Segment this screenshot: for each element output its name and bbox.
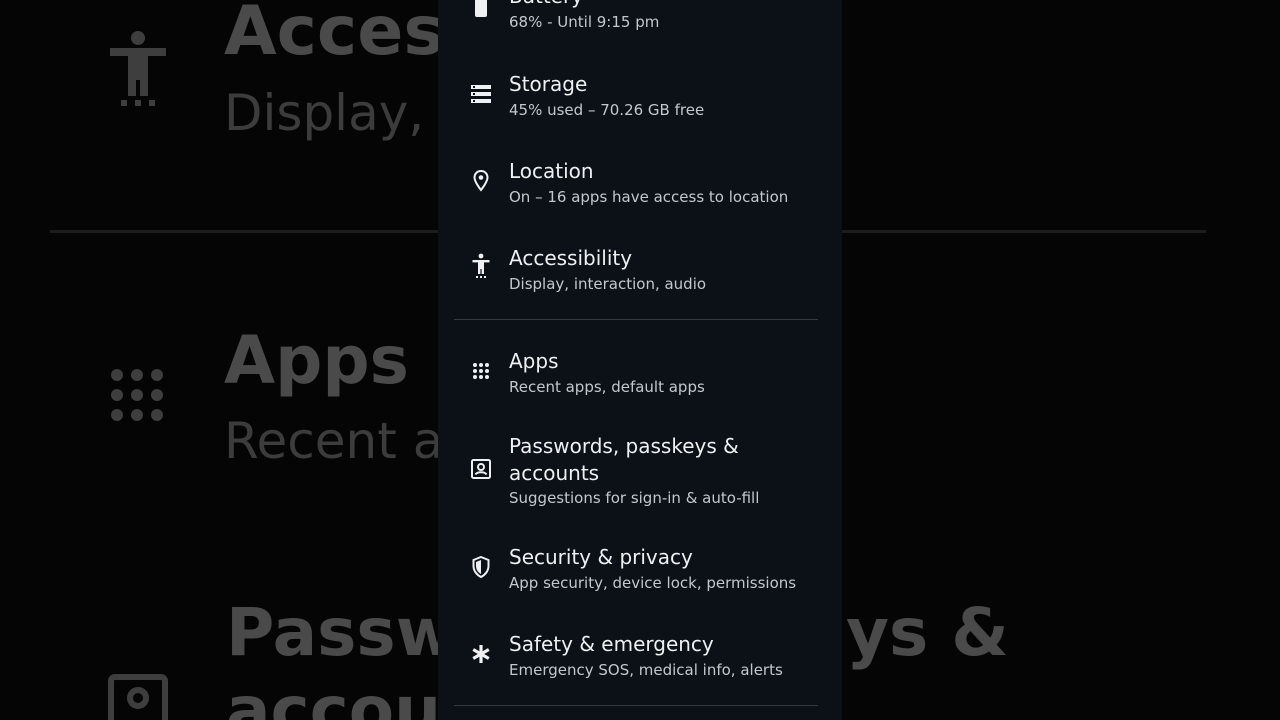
settings-item-title: Battery: [509, 0, 583, 8]
section-divider: [454, 705, 818, 706]
settings-item-title: Location: [509, 159, 594, 183]
settings-item-subtitle: App security, device lock, permissions: [509, 574, 797, 592]
settings-item-location[interactable]: Location On – 16 apps have access to loc…: [438, 153, 842, 223]
storage-icon: [470, 83, 492, 105]
settings-item-title: Safety & emergency: [509, 632, 714, 656]
settings-item-passwords-accounts[interactable]: Passwords, passkeys & accounts Suggestio…: [438, 430, 842, 520]
section-divider: [454, 319, 818, 320]
settings-item-accessibility[interactable]: Accessibility Display, interaction, audi…: [438, 240, 842, 310]
asterisk-icon: [470, 643, 492, 665]
shield-icon: [470, 556, 492, 578]
settings-item-security-privacy[interactable]: Security & privacy App security, device …: [438, 539, 842, 609]
settings-item-apps[interactable]: Apps Recent apps, default apps: [438, 343, 842, 413]
bg-apps-title: Apps: [224, 322, 409, 399]
settings-item-battery[interactable]: Battery 68% - Until 9:15 pm: [438, 0, 842, 40]
settings-item-subtitle: Suggestions for sign-in & auto-fill: [509, 489, 760, 507]
settings-item-title: Storage: [509, 72, 588, 96]
settings-item-subtitle: Display, interaction, audio: [509, 275, 707, 293]
settings-item-title: Security & privacy: [509, 545, 693, 569]
settings-item-subtitle: Emergency SOS, medical info, alerts: [509, 661, 783, 679]
bg-passwords-title-right: ys &: [846, 594, 1009, 671]
account-bg-icon: [108, 674, 168, 720]
settings-item-title-line1: Passwords, passkeys &: [509, 434, 739, 458]
accessibility-bg-icon: [110, 31, 166, 106]
location-pin-icon: [470, 170, 492, 192]
apps-grid-icon: [470, 360, 492, 382]
accessibility-icon: [470, 253, 492, 278]
settings-item-safety-emergency[interactable]: Safety & emergency Emergency SOS, medica…: [438, 626, 842, 696]
settings-list-panel: Battery 68% - Until 9:15 pm Storage 45% …: [438, 0, 842, 720]
settings-item-storage[interactable]: Storage 45% used – 70.26 GB free: [438, 66, 842, 136]
settings-item-subtitle: On – 16 apps have access to location: [509, 188, 789, 206]
account-box-icon: [470, 458, 492, 480]
settings-item-subtitle: Recent apps, default apps: [509, 378, 705, 396]
settings-item-subtitle: 45% used – 70.26 GB free: [509, 101, 705, 119]
settings-item-subtitle: 68% - Until 9:15 pm: [509, 13, 660, 31]
battery-icon: [474, 0, 488, 18]
apps-bg-icon: [111, 369, 163, 421]
settings-item-title: Accessibility: [509, 246, 633, 270]
settings-item-title-line2: accounts: [509, 461, 600, 485]
settings-item-title: Apps: [509, 349, 559, 373]
